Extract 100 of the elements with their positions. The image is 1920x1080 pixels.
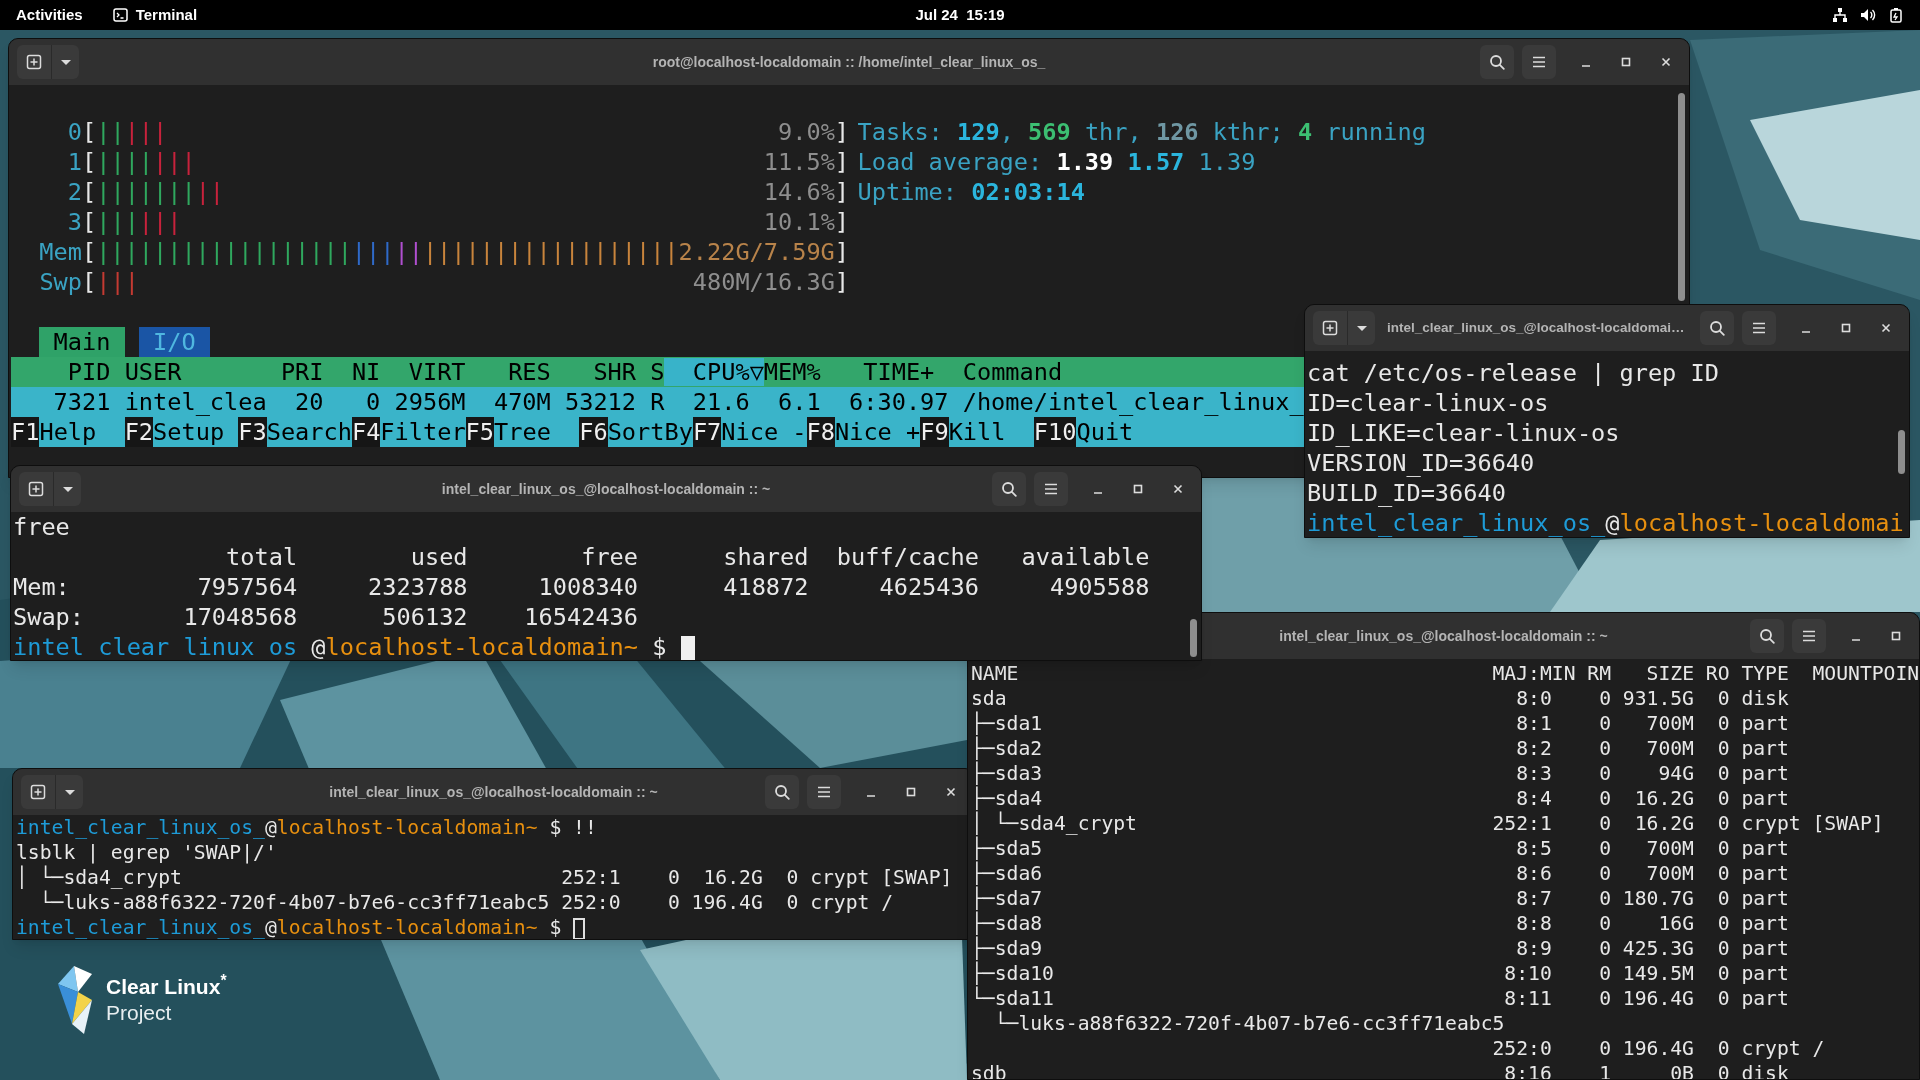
new-tab-icon — [30, 784, 46, 800]
usage-meter: Swp[||| 480M/16.3G] — [38, 267, 850, 297]
table-cell: 0 — [1717, 687, 1730, 710]
table-cell: ├─sda8 — [971, 912, 1043, 935]
terminal-text: │ └─sda4_crypt 252:1 0 16.2G 0 crypt [SWAP] — [16, 866, 953, 889]
minimize-icon — [1094, 492, 1102, 494]
function-key[interactable]: F8Nice + — [806, 417, 921, 447]
table-cell: ├─sda6 — [971, 862, 1043, 885]
menu-button[interactable] — [1522, 45, 1556, 79]
table-cell: 0 — [1599, 887, 1611, 910]
maximize-icon — [1131, 482, 1145, 496]
table-cell: 0 — [1599, 912, 1611, 935]
scrollbar-thumb[interactable] — [1190, 619, 1197, 657]
table-cell: ├─sda5 — [971, 837, 1043, 860]
menu-button[interactable] — [1034, 472, 1068, 506]
table-cell: 16.2G — [1634, 812, 1694, 835]
menu-icon — [1751, 320, 1767, 336]
terminal-icon — [112, 8, 128, 22]
close-icon — [1879, 321, 1893, 335]
search-icon — [1001, 481, 1017, 497]
column-header: MOUNTPOIN — [1812, 662, 1919, 685]
table-cell: ├─sda4 — [971, 787, 1043, 810]
function-key[interactable]: F2Setup — [124, 417, 239, 447]
search-icon — [1489, 54, 1505, 70]
table-cell: 8:9 — [1516, 937, 1552, 960]
table-cell: part — [1741, 887, 1789, 910]
network-icon — [1832, 7, 1848, 23]
table-cell: 252:1 — [1492, 812, 1552, 835]
command-prompt: intel_clear_linux_os_@localhost-localdomai — [1307, 509, 1904, 537]
table-cell: 94G — [1658, 762, 1694, 785]
stats-text: Uptime: 02:03:14 — [857, 177, 1085, 207]
table-cell: 0 — [1599, 837, 1611, 860]
terminal-text: BUILD_ID=36640 — [1307, 479, 1506, 507]
minimize-icon — [1852, 639, 1860, 641]
function-key[interactable]: F7Nice - — [692, 417, 807, 447]
maximize-icon — [1889, 629, 1903, 643]
table-cell: 180.7G — [1622, 887, 1694, 910]
search-button[interactable] — [992, 472, 1026, 506]
table-cell: 0 — [1717, 1037, 1730, 1060]
minimize-icon — [1802, 331, 1810, 333]
menu-icon — [1531, 54, 1547, 70]
function-key[interactable]: F9Kill — [920, 417, 1034, 447]
function-key[interactable]: F1Help — [11, 417, 125, 447]
table-cell: 700M — [1646, 862, 1694, 885]
table-cell: │ └─sda4_crypt — [971, 812, 1137, 835]
table-cell: crypt — [1741, 812, 1801, 835]
column-header: MAJ:MIN — [1492, 662, 1576, 685]
terminal-text: free — [13, 513, 70, 541]
menu-icon — [816, 784, 832, 800]
table-cell: 8:3 — [1516, 762, 1552, 785]
search-button[interactable] — [1480, 45, 1514, 79]
stats-text: Tasks: 129, 569 thr, 126 kthr; 4 running — [857, 117, 1426, 147]
table-cell: 8:7 — [1516, 887, 1552, 910]
table-cell: part — [1741, 912, 1789, 935]
function-key[interactable]: F6SortBy — [579, 417, 693, 447]
search-button[interactable] — [765, 775, 799, 809]
table-cell: 0 — [1599, 937, 1611, 960]
usage-meter: 0[||||| 9.0%] — [66, 117, 850, 147]
caret-icon — [63, 788, 76, 796]
usage-meter: 1[||||||| 11.5%] — [66, 147, 850, 177]
table-cell: 8:4 — [1516, 787, 1552, 810]
table-cell: 196.4G — [1622, 1037, 1694, 1060]
app-menu[interactable]: Terminal — [104, 2, 206, 28]
scrollbar-thumb[interactable] — [1898, 430, 1905, 474]
table-cell: 16G — [1658, 912, 1694, 935]
table-cell: 196.4G — [1622, 987, 1694, 1010]
window-title: root@localhost-localdomain :: /home/intel_clear_linux_os_ — [652, 52, 1046, 72]
process-row[interactable]: 7321 intel_clea 20 0 2956M 470M 53212 R 21.6 6.1 6:30.97 /home/intel_clear_linux_ — [11, 387, 1304, 417]
table-cell: 0 — [1717, 862, 1730, 885]
table-cell: 0 — [1717, 737, 1730, 760]
table-cell: 8:8 — [1516, 912, 1552, 935]
table-cell: part — [1741, 762, 1789, 785]
tab[interactable]: Main — [39, 327, 125, 357]
table-cell: ├─sda2 — [971, 737, 1043, 760]
close-icon — [1171, 482, 1185, 496]
scrollbar-thumb[interactable] — [1678, 93, 1685, 301]
terminal-text: └─luks-a88f6322-720f-4b07-b7e6-cc3ff71eabc5 252:0 0 196.4G 0 crypt / — [38, 891, 894, 914]
function-key[interactable]: F3Search — [238, 417, 352, 447]
clock[interactable]: Jul 24 15:19 — [907, 2, 1013, 28]
menu-button[interactable] — [1742, 311, 1776, 345]
caret-icon — [59, 58, 72, 66]
column-header: RM — [1587, 662, 1612, 685]
column-header: NAME — [971, 662, 1019, 685]
maximize-icon — [904, 785, 918, 799]
menu-button[interactable] — [807, 775, 841, 809]
window-title: intel_clear_linux_os_@localhost-localdomain :: ~ — [1279, 626, 1608, 646]
battery-icon — [1888, 7, 1904, 23]
function-key[interactable]: F4Filter — [351, 417, 466, 447]
table-cell: 8:10 — [1504, 962, 1552, 985]
minimize-icon — [1582, 65, 1590, 67]
table-cell: 700M — [1646, 837, 1694, 860]
table-cell: 0 — [1599, 987, 1611, 1010]
table-cell: 0 — [1717, 887, 1730, 910]
caret-icon — [61, 485, 74, 493]
function-key[interactable]: F10Quit — [1033, 417, 1162, 447]
table-cell: 8:5 — [1516, 837, 1552, 860]
search-button[interactable] — [1750, 619, 1784, 653]
search-button[interactable] — [1700, 311, 1734, 345]
activities-button[interactable]: Activities — [8, 2, 91, 28]
menu-button[interactable] — [1792, 619, 1826, 653]
